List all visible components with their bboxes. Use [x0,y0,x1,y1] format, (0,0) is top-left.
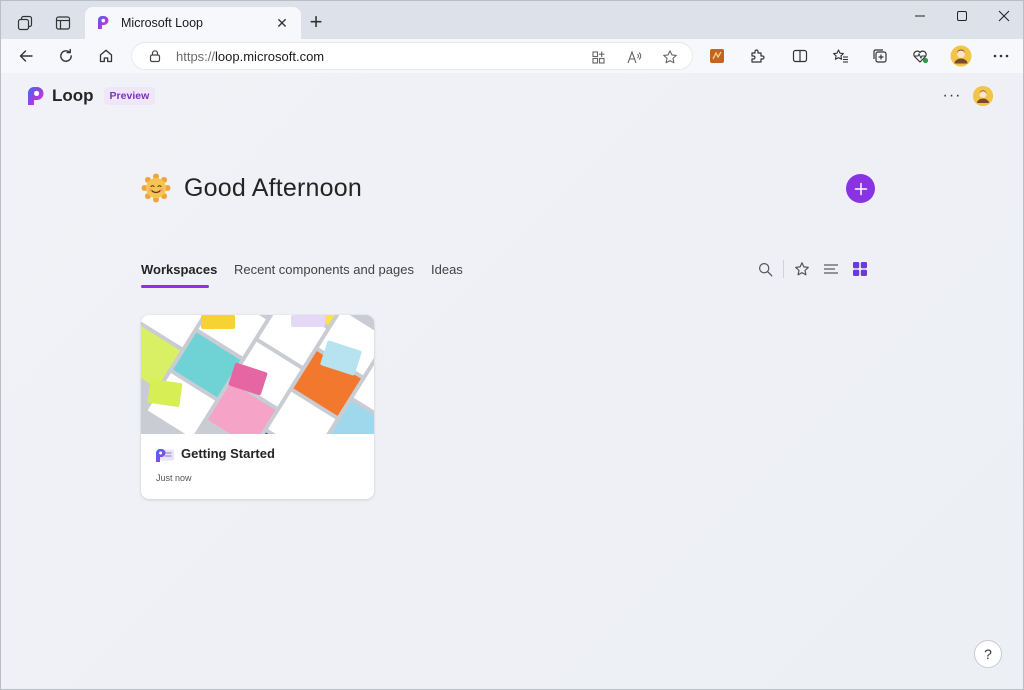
extension-icon[interactable] [703,43,731,69]
app-name: Loop [52,86,94,105]
workspace-title: Getting Started [181,446,275,461]
browser-toolbar: https://loop.microsoft.com [1,39,1023,73]
active-tab-indicator [141,285,209,288]
more-options-button[interactable]: ··· [941,85,963,107]
browser-tab-active[interactable]: Microsoft Loop ✕ [85,7,301,39]
workspace-timestamp: Just now [156,473,192,483]
split-screen-icon[interactable] [786,43,814,69]
workspace-card[interactable]: Getting Started Just now [141,315,374,499]
workspaces-icon[interactable] [11,9,39,37]
vertical-tabs-icon[interactable] [49,9,77,37]
greeting: Good Afternoon [141,173,362,203]
tab-strip: Microsoft Loop ✕ + [1,1,1023,39]
loop-brand[interactable]: Loop Preview [25,85,156,107]
browser-essentials-icon[interactable] [906,43,934,69]
toolbar-divider [783,260,784,278]
maximize-icon[interactable] [941,1,983,31]
home-icon[interactable] [91,42,121,70]
help-button[interactable]: ? [974,640,1002,668]
back-icon[interactable] [11,42,41,70]
settings-more-icon[interactable] [987,43,1015,69]
user-avatar[interactable] [973,86,993,106]
favorite-star-icon[interactable] [659,47,681,67]
collections-icon[interactable] [866,43,894,69]
address-bar[interactable]: https://loop.microsoft.com [131,42,693,70]
loop-page: Loop Preview ··· Good Afternoon Workspac… [1,73,1023,689]
loop-favicon-icon [98,16,109,29]
sun-emoji-icon [141,173,171,203]
greeting-text: Good Afternoon [184,173,362,202]
browser-window: Microsoft Loop ✕ + https://loop.microsof… [0,0,1024,690]
refresh-icon[interactable] [51,42,81,70]
search-icon[interactable] [755,259,775,279]
tab-ideas[interactable]: Ideas [431,262,463,277]
app-available-icon[interactable] [587,47,609,67]
workspace-cover-image [141,315,374,434]
extensions-puzzle-icon[interactable] [743,43,771,69]
preview-badge: Preview [103,87,156,105]
tab-recent-components[interactable]: Recent components and pages [234,262,414,277]
tab-workspaces[interactable]: Workspaces [141,262,217,277]
grid-view-icon[interactable] [850,259,870,279]
read-aloud-icon[interactable] [623,47,645,67]
profile-avatar-icon[interactable] [947,43,975,69]
lock-icon[interactable] [148,49,162,63]
add-new-button[interactable] [846,174,875,203]
minimize-icon[interactable] [899,1,941,31]
plus-icon [854,182,867,195]
close-tab-icon[interactable]: ✕ [273,14,291,32]
url-text[interactable]: https://loop.microsoft.com [176,49,324,64]
list-view-icon[interactable] [821,259,841,279]
tab-title: Microsoft Loop [121,16,203,30]
close-window-icon[interactable] [983,1,1024,31]
workspace-loop-icon [156,449,174,462]
favorites-star-icon[interactable] [792,259,812,279]
loop-logo-icon [28,87,44,105]
favorites-icon[interactable] [826,43,854,69]
new-tab-button[interactable]: + [303,9,329,35]
